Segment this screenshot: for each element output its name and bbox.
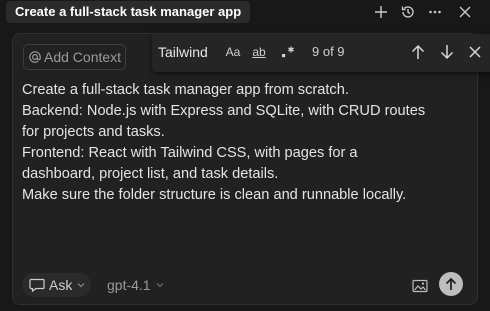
model-label: gpt-4.1 bbox=[107, 277, 151, 293]
add-context-label: Add Context bbox=[44, 49, 122, 65]
send-button[interactable] bbox=[439, 272, 463, 296]
find-widget: Aa ab 9 of 9 bbox=[152, 34, 490, 72]
chat-input-panel: Add Context Aa ab 9 of 9 Create a full-s… bbox=[12, 33, 490, 305]
ellipsis-icon[interactable] bbox=[425, 2, 445, 22]
add-context-button[interactable]: Add Context bbox=[23, 44, 127, 70]
chat-title[interactable]: Create a full-stack task manager app bbox=[6, 1, 251, 23]
close-find-icon[interactable] bbox=[464, 41, 486, 63]
mode-selector[interactable]: Ask bbox=[22, 273, 92, 297]
send-arrow-icon bbox=[445, 277, 457, 291]
prompt-line: Frontend: React with Tailwind CSS, with … bbox=[22, 145, 358, 161]
prompt-line: Create a full-stack task manager app fro… bbox=[22, 82, 349, 98]
plus-icon[interactable] bbox=[371, 2, 391, 22]
image-icon[interactable] bbox=[411, 278, 429, 294]
prompt-line: Make sure the folder structure is clean … bbox=[22, 187, 407, 203]
match-count: 9 of 9 bbox=[312, 44, 345, 59]
regex-icon[interactable] bbox=[279, 42, 297, 62]
title-bar: Create a full-stack task manager app bbox=[0, 0, 490, 26]
chevron-down-icon bbox=[156, 282, 164, 288]
mode-label: Ask bbox=[49, 277, 73, 293]
prompt-line: dashboard, project list, and task detail… bbox=[22, 166, 279, 182]
prompt-line: for projects and tasks. bbox=[22, 124, 165, 140]
prompt-line: Backend: Node.js with Express and SQLite… bbox=[22, 103, 426, 119]
chevron-down-icon bbox=[77, 282, 85, 288]
arrow-up-icon[interactable] bbox=[407, 41, 429, 63]
history-icon[interactable] bbox=[398, 2, 418, 22]
arrow-down-icon[interactable] bbox=[436, 41, 458, 63]
at-icon bbox=[27, 49, 43, 65]
whole-word-toggle[interactable]: ab bbox=[250, 42, 268, 62]
match-case-toggle[interactable]: Aa bbox=[224, 42, 242, 62]
prompt-textarea[interactable]: Create a full-stack task manager app fro… bbox=[22, 80, 472, 206]
close-icon[interactable] bbox=[455, 2, 475, 22]
model-selector[interactable]: gpt-4.1 bbox=[107, 277, 164, 293]
chat-bubble-icon bbox=[29, 278, 45, 292]
